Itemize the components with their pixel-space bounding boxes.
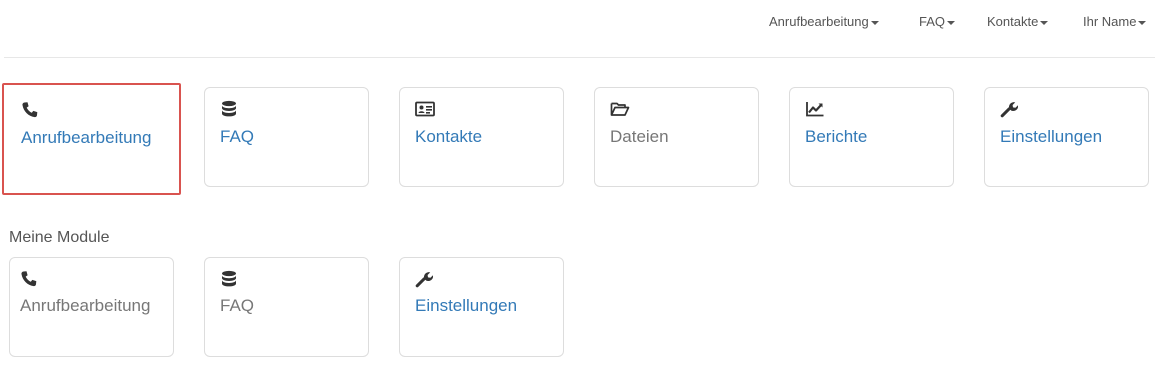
nav-dropdown-user[interactable]: Ihr Name [1083,14,1147,30]
database-icon [220,100,240,120]
tile-label: Einstellungen [1000,127,1103,146]
database-icon [220,270,240,290]
top-navbar: Anrufbearbeitung FAQ Kontakte Ihr Name [0,0,1155,46]
tile-label: FAQ [220,296,255,315]
wrench-icon [415,270,435,290]
section-title-modules: Meine Module [9,229,110,246]
folder-open-icon [610,100,630,120]
nav-divider [4,57,1155,58]
contact-card-icon [415,100,435,120]
tile-label: FAQ [220,127,255,146]
nav-dropdown-kontakte[interactable]: Kontakte [987,14,1049,30]
caret-down-icon [1040,20,1049,25]
phone-icon [20,270,40,290]
tile-label: Berichte [805,127,868,146]
phone-icon [21,101,41,121]
module-tile-anrufbearbeitung[interactable]: Anrufbearbeitung [9,257,174,357]
nav-item-label: Kontakte [987,14,1039,29]
module-tile-einstellungen[interactable]: Einstellungen [399,257,564,357]
tile-dateien[interactable]: Dateien [594,87,759,187]
tile-label: Anrufbearbeitung [20,296,151,315]
tile-berichte[interactable]: Berichte [789,87,954,187]
tile-einstellungen[interactable]: Einstellungen [984,87,1149,187]
tile-label: Anrufbearbeitung [21,128,152,147]
tile-label: Kontakte [415,127,483,146]
nav-item-label: FAQ [919,14,946,29]
nav-dropdown-anrufbearbeitung[interactable]: Anrufbearbeitung [769,14,879,30]
tile-label: Einstellungen [415,296,518,315]
nav-item-label: Anrufbearbeitung [769,14,869,29]
tile-label: Dateien [610,127,669,146]
tile-anrufbearbeitung[interactable]: Anrufbearbeitung [2,83,181,195]
nav-dropdown-faq[interactable]: FAQ [919,14,956,30]
nav-item-label: Ihr Name [1083,14,1137,29]
caret-down-icon [947,20,956,25]
line-chart-icon [805,100,825,120]
tile-faq[interactable]: FAQ [204,87,369,187]
caret-down-icon [870,20,879,25]
caret-down-icon [1138,20,1147,25]
wrench-icon [1000,100,1020,120]
module-tile-faq[interactable]: FAQ [204,257,369,357]
tile-kontakte[interactable]: Kontakte [399,87,564,187]
